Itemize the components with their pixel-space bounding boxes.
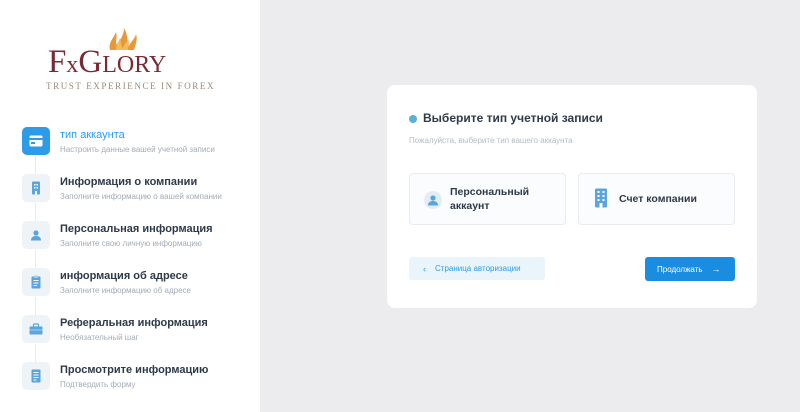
step-subtitle: Подтвердить форму — [60, 380, 136, 389]
step-subtitle: Заполните информацию о вашей компании — [60, 192, 222, 201]
fxglory-logo[interactable]: FxGLORY TRUST EXPERIENCE IN FOREX — [44, 26, 213, 96]
document-icon — [22, 362, 50, 390]
stepper: тип аккаунта Настроить данные вашей учет… — [22, 127, 252, 409]
step-review-info[interactable]: Просмотрите информацию Подтвердить форму — [22, 362, 252, 409]
back-to-login-button[interactable]: ‹ Страница авторизации — [409, 257, 545, 280]
step-connector — [35, 250, 36, 268]
sidebar: FxGLORY TRUST EXPERIENCE IN FOREX тип ак… — [0, 0, 260, 412]
continue-button-label: Продолжать — [657, 264, 703, 274]
step-subtitle: Заполните информацию об адресе — [60, 286, 191, 295]
step-company-info[interactable]: Информация о компании Заполните информац… — [22, 174, 252, 221]
option-label: Счет компании — [619, 193, 697, 205]
step-referral-info[interactable]: Реферальная информация Необязательный ша… — [22, 315, 252, 362]
card-subtitle: Пожалуйста, выберите тип вашего аккаунта — [409, 136, 573, 145]
referral-icon — [22, 315, 50, 343]
option-company-account[interactable]: Счет компании — [578, 173, 735, 225]
logo-tagline: TRUST EXPERIENCE IN FOREX — [46, 81, 216, 91]
user-icon — [22, 221, 50, 249]
step-title: Персональная информация — [60, 223, 213, 235]
building-icon — [593, 188, 609, 208]
step-connector — [35, 203, 36, 221]
title-dot-icon — [409, 115, 417, 123]
option-label: Персональный аккаунт — [450, 186, 530, 212]
logo-wordmark: FxGLORY — [48, 44, 167, 80]
step-account-type[interactable]: тип аккаунта Настроить данные вашей учет… — [22, 127, 252, 174]
step-connector — [35, 156, 36, 174]
step-connector — [35, 297, 36, 315]
step-personal-info[interactable]: Персональная информация Заполните свою л… — [22, 221, 252, 268]
step-connector — [35, 344, 36, 362]
step-subtitle: Необязательный шаг — [60, 333, 139, 342]
option-personal-account[interactable]: Персональный аккаунт — [409, 173, 566, 225]
step-subtitle: Настроить данные вашей учетной записи — [60, 145, 215, 154]
card-title: Выберите тип учетной записи — [423, 111, 603, 125]
step-title: Информация о компании — [60, 176, 198, 188]
clipboard-icon — [22, 268, 50, 296]
account-type-card: Выберите тип учетной записи Пожалуйста, … — [387, 85, 757, 308]
step-subtitle: Заполните свою личную информацию — [60, 239, 202, 248]
continue-button[interactable]: Продолжать → — [645, 257, 735, 281]
card-icon — [22, 127, 50, 155]
step-address-info[interactable]: информация об адресе Заполните информаци… — [22, 268, 252, 315]
step-title: Просмотрите информацию — [60, 364, 209, 376]
arrow-right-icon: → — [711, 264, 721, 274]
step-title: Реферальная информация — [60, 317, 208, 329]
chevron-left-icon: ‹ — [423, 263, 426, 274]
step-title: тип аккаунта — [60, 129, 125, 141]
step-title: информация об адресе — [60, 270, 188, 282]
building-icon — [22, 174, 50, 202]
user-icon — [424, 191, 442, 209]
back-button-label: Страница авторизации — [435, 264, 521, 273]
